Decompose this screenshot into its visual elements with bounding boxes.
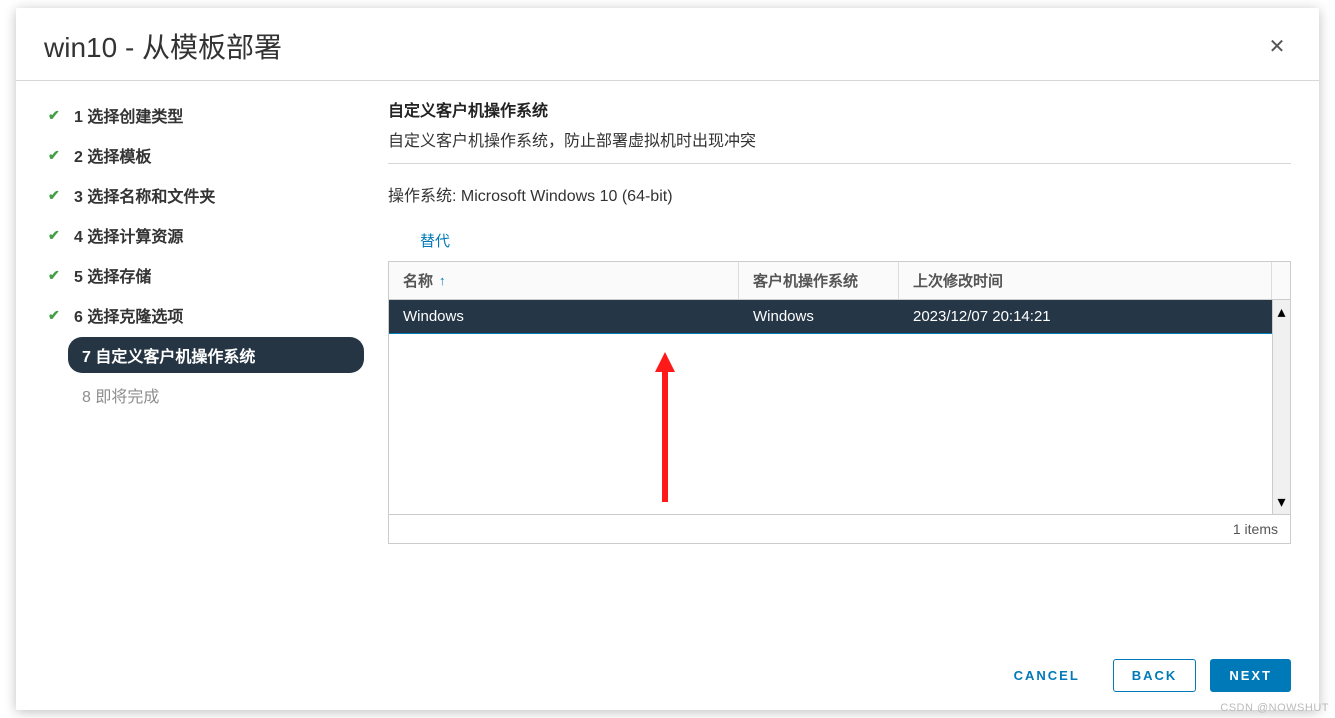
step-label: 选择模板 xyxy=(87,149,151,166)
table-row[interactable]: Windows Windows 2023/12/07 20:14:21 xyxy=(389,300,1290,333)
col-guest-os[interactable]: 客户机操作系统 xyxy=(739,262,899,299)
section-title: 自定义客户机操作系统 xyxy=(388,97,1291,121)
scroll-up-icon[interactable]: ▴ xyxy=(1277,302,1285,322)
step-label: 选择名称和文件夹 xyxy=(87,189,215,206)
next-button[interactable]: NEXT xyxy=(1210,659,1291,692)
back-button[interactable]: BACK xyxy=(1113,659,1197,692)
cell-modified: 2023/12/07 20:14:21 xyxy=(899,300,1272,333)
table-header-row: 名称 ↑ 客户机操作系统 上次修改时间 xyxy=(389,262,1290,300)
check-icon: ✔ xyxy=(48,107,66,124)
step-3[interactable]: ✔ 3 选择名称和文件夹 xyxy=(44,177,364,213)
step-label: 选择存储 xyxy=(87,269,151,286)
col-name-label: 名称 xyxy=(403,270,433,291)
table-body: Windows Windows 2023/12/07 20:14:21 ▴ ▾ xyxy=(389,300,1290,514)
step-num: 3 xyxy=(74,189,83,206)
os-line: 操作系统: Microsoft Windows 10 (64-bit) xyxy=(388,182,1291,206)
step-label: 即将完成 xyxy=(95,389,159,406)
check-icon: ✔ xyxy=(48,307,66,324)
step-7-current[interactable]: 7 自定义客户机操作系统 xyxy=(68,337,364,373)
step-1[interactable]: ✔ 1 选择创建类型 xyxy=(44,97,364,133)
section-desc: 自定义客户机操作系统，防止部署虚拟机时出现冲突 xyxy=(388,127,1291,151)
check-icon: ✔ xyxy=(48,267,66,284)
replace-link[interactable]: 替代 xyxy=(388,230,1291,251)
step-2[interactable]: ✔ 2 选择模板 xyxy=(44,137,364,173)
check-icon: ✔ xyxy=(48,187,66,204)
col-name[interactable]: 名称 ↑ xyxy=(389,262,739,299)
scroll-gutter-head xyxy=(1272,262,1290,299)
step-label: 自定义客户机操作系统 xyxy=(95,349,255,366)
dialog-footer: CANCEL BACK NEXT xyxy=(16,643,1319,710)
dialog-title: win10 - 从模板部署 xyxy=(44,26,282,66)
os-label: 操作系统: xyxy=(388,188,456,205)
step-num: 1 xyxy=(74,109,83,126)
table-footer: 1 items xyxy=(389,514,1290,543)
cancel-button[interactable]: CANCEL xyxy=(995,659,1099,692)
check-icon: ✔ xyxy=(48,227,66,244)
cell-guest-os: Windows xyxy=(739,300,899,333)
dialog-body: ✔ 1 选择创建类型 ✔ 2 选择模板 ✔ 3 选择名称和文件夹 xyxy=(16,81,1319,643)
check-icon: ✔ xyxy=(48,147,66,164)
step-num: 8 xyxy=(82,389,91,406)
step-num: 6 xyxy=(74,309,83,326)
col-guest-os-label: 客户机操作系统 xyxy=(753,270,858,291)
wizard-steps: ✔ 1 选择创建类型 ✔ 2 选择模板 ✔ 3 选择名称和文件夹 xyxy=(44,97,364,643)
step-label: 选择计算资源 xyxy=(87,229,183,246)
step-label: 选择创建类型 xyxy=(87,109,183,126)
scroll-down-icon[interactable]: ▾ xyxy=(1277,492,1285,512)
step-label: 选择克隆选项 xyxy=(87,309,183,326)
step-5[interactable]: ✔ 5 选择存储 xyxy=(44,257,364,293)
sort-asc-icon: ↑ xyxy=(439,273,446,288)
col-modified[interactable]: 上次修改时间 xyxy=(899,262,1272,299)
content-pane: 自定义客户机操作系统 自定义客户机操作系统，防止部署虚拟机时出现冲突 操作系统:… xyxy=(388,97,1291,643)
step-num: 7 xyxy=(82,349,91,366)
watermark: CSDN @NOWSHUT xyxy=(1220,702,1329,714)
cell-name: Windows xyxy=(389,300,739,333)
step-num: 5 xyxy=(74,269,83,286)
dialog-header: win10 - 从模板部署 ✕ xyxy=(16,8,1319,81)
scrollbar[interactable]: ▴ ▾ xyxy=(1272,300,1290,514)
step-num: 4 xyxy=(74,229,83,246)
section-header: 自定义客户机操作系统 自定义客户机操作系统，防止部署虚拟机时出现冲突 xyxy=(388,97,1291,164)
close-icon[interactable]: ✕ xyxy=(1263,32,1291,60)
step-8-disabled: 8 即将完成 xyxy=(68,377,364,413)
spec-table: 名称 ↑ 客户机操作系统 上次修改时间 Windows xyxy=(388,261,1291,544)
col-modified-label: 上次修改时间 xyxy=(913,270,1003,291)
deploy-wizard-dialog: win10 - 从模板部署 ✕ ✔ 1 选择创建类型 ✔ 2 选择模板 xyxy=(16,8,1319,710)
step-4[interactable]: ✔ 4 选择计算资源 xyxy=(44,217,364,253)
step-num: 2 xyxy=(74,149,83,166)
step-6[interactable]: ✔ 6 选择克隆选项 xyxy=(44,297,364,333)
os-value: Microsoft Windows 10 (64-bit) xyxy=(461,188,673,205)
